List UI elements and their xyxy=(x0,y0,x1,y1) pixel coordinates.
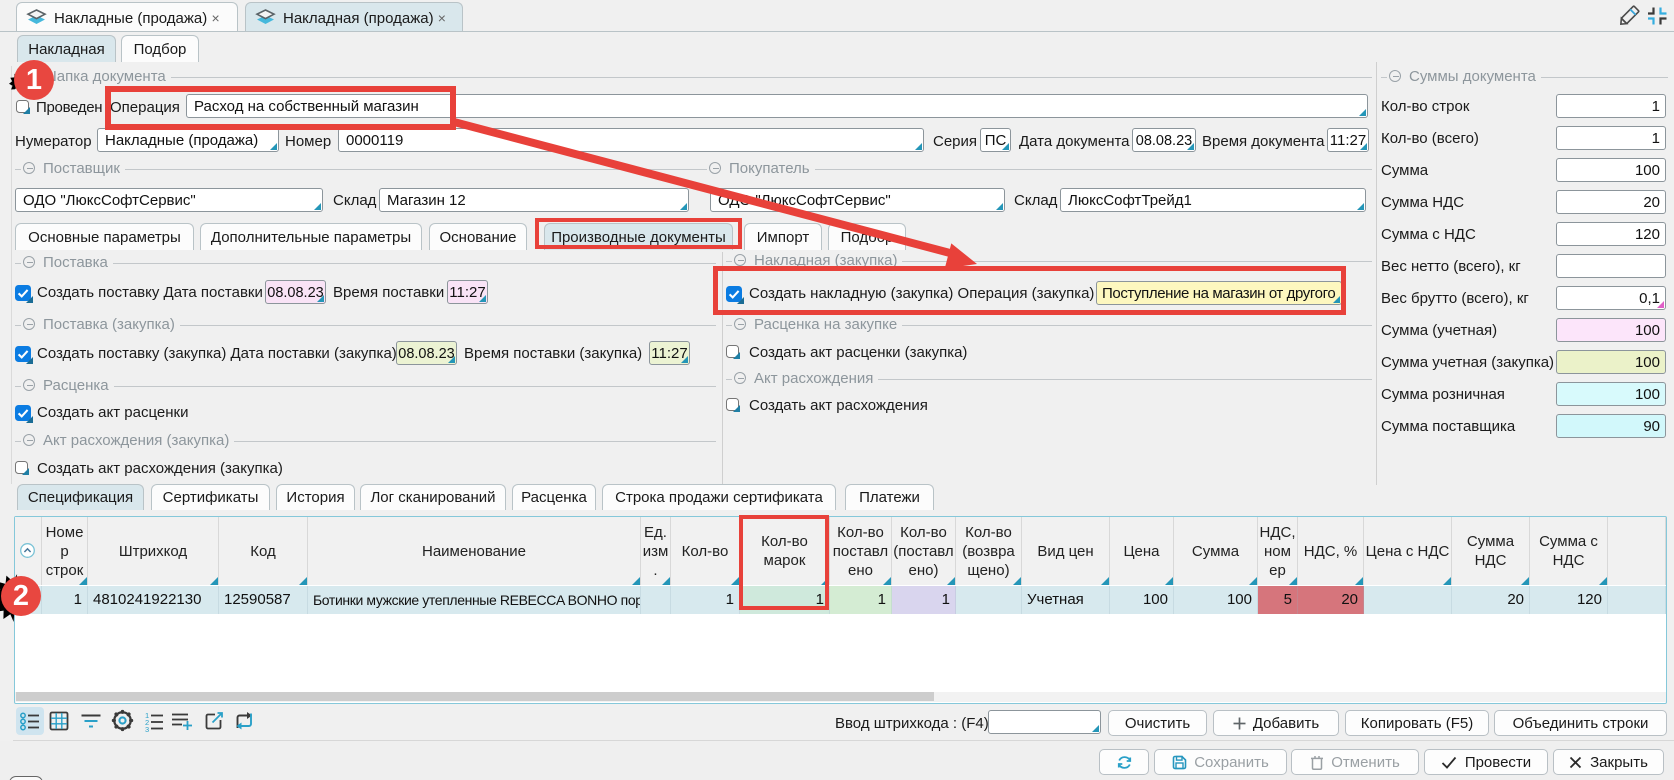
svg-text:3: 3 xyxy=(145,725,149,732)
